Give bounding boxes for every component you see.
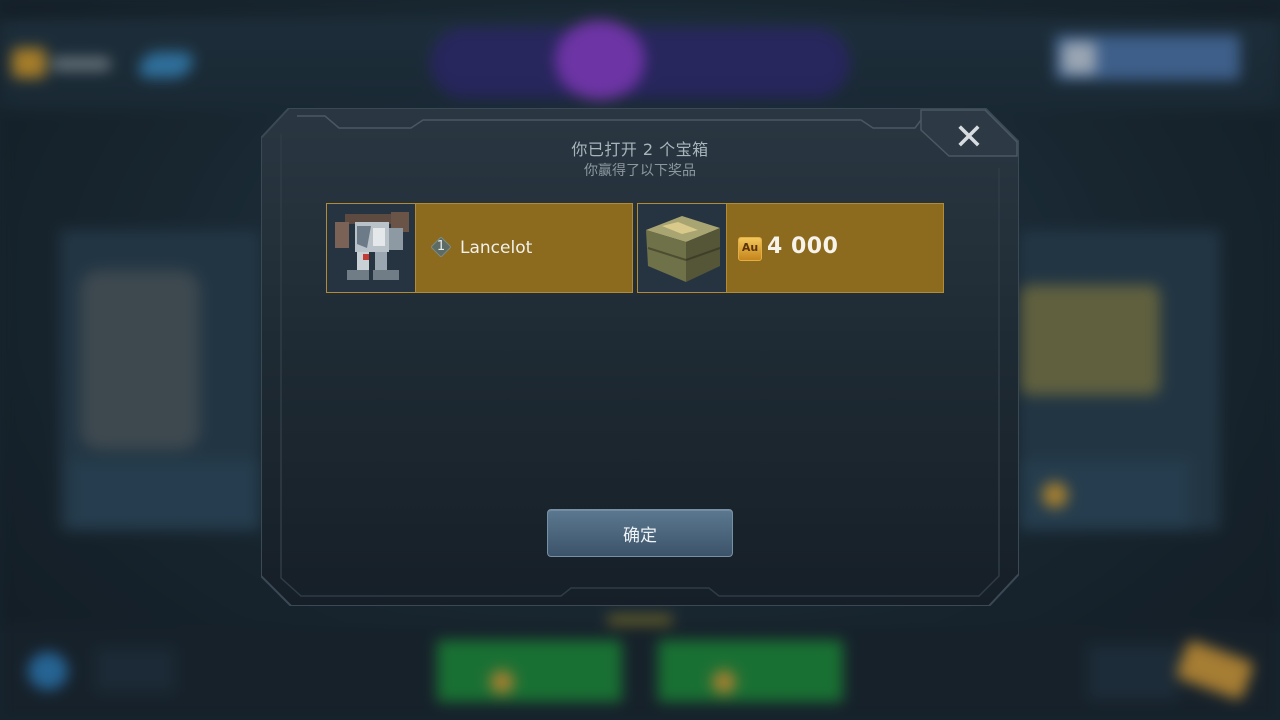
gold-currency-icon: Au bbox=[738, 237, 762, 261]
game-screen: 你已打开 2 个宝箱 你赢得了以下奖品 ✕ 1 Lancelot Au 4 00… bbox=[0, 0, 1280, 720]
confirm-button[interactable]: 确定 bbox=[547, 509, 733, 557]
robot-name: Lancelot bbox=[460, 238, 533, 258]
close-icon: ✕ bbox=[953, 116, 985, 158]
gold-crate-icon bbox=[638, 204, 726, 292]
gold-crate-thumbnail bbox=[638, 204, 727, 292]
chest-reward-dialog: 你已打开 2 个宝箱 你赢得了以下奖品 ✕ 1 Lancelot Au 4 00… bbox=[261, 108, 1019, 606]
close-button[interactable]: ✕ bbox=[941, 114, 997, 160]
gold-amount: 4 000 bbox=[767, 234, 839, 259]
reward-card-robot[interactable]: 1 Lancelot bbox=[326, 203, 633, 293]
robot-rank: 1 bbox=[436, 239, 446, 254]
robot-thumbnail bbox=[327, 204, 416, 292]
reward-card-gold[interactable]: Au 4 000 bbox=[637, 203, 944, 293]
dialog-title: 你已打开 2 个宝箱 bbox=[571, 140, 709, 159]
robot-icon bbox=[327, 204, 415, 292]
dialog-subtitle: 你赢得了以下奖品 bbox=[584, 163, 696, 179]
